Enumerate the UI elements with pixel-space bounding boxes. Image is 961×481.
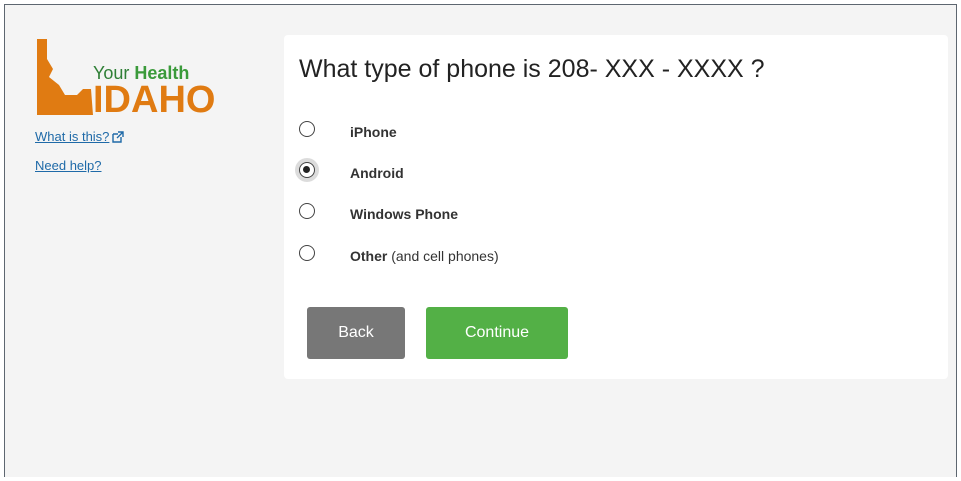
your-health-idaho-logo: Your Health IDAHO — [31, 33, 241, 121]
radio-android[interactable] — [299, 162, 315, 178]
radio-iphone[interactable] — [299, 121, 315, 137]
radio-windows-phone[interactable] — [299, 203, 315, 219]
what-is-this-link[interactable]: What is this? — [35, 129, 125, 144]
option-label: Other — [350, 248, 388, 264]
question-heading: What type of phone is 208- XXX - XXXX ? — [299, 55, 765, 83]
option-label: Windows Phone — [350, 206, 458, 222]
option-note: (and cell phones) — [391, 248, 499, 264]
back-button[interactable]: Back — [307, 307, 405, 359]
radio-other[interactable] — [299, 245, 315, 261]
idaho-state-icon — [37, 39, 93, 115]
logo-wordmark-state: IDAHO — [93, 79, 216, 121]
option-label: iPhone — [350, 124, 397, 140]
external-link-icon — [112, 131, 125, 143]
need-help-link[interactable]: Need help? — [35, 158, 102, 173]
what-is-this-label: What is this? — [35, 129, 110, 144]
continue-button[interactable]: Continue — [426, 307, 568, 359]
browser-viewport: Your Health IDAHO What is this? Need hel… — [4, 4, 957, 477]
option-label-wrap: Other (and cell phones) — [350, 248, 499, 264]
option-label: Android — [350, 165, 404, 181]
question-card: What type of phone is 208- XXX - XXXX ? … — [284, 35, 948, 379]
